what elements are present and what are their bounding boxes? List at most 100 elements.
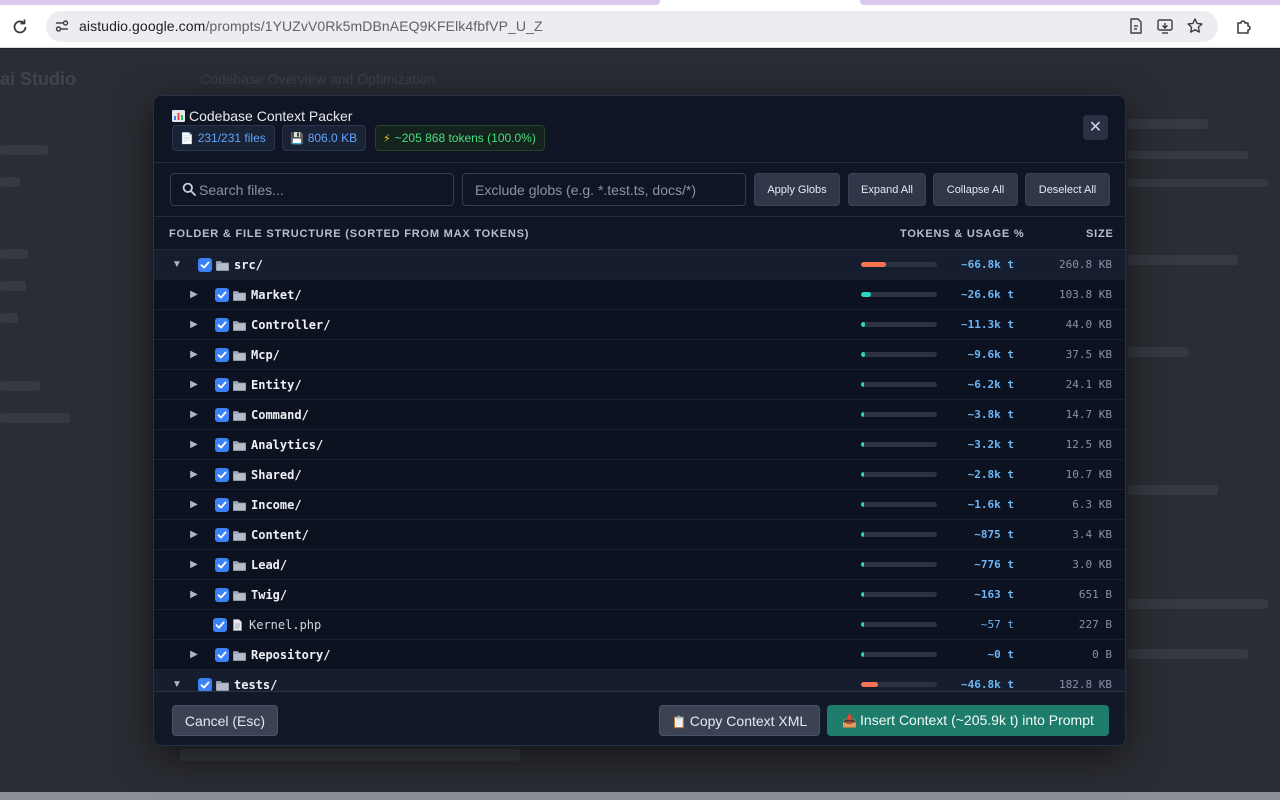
row-size: 24.1 KB bbox=[1065, 378, 1112, 391]
row-size: 227 B bbox=[1078, 618, 1112, 631]
inbox-tray-icon: 📥 bbox=[842, 714, 858, 728]
floppy-disk-icon: 💾 bbox=[290, 133, 304, 145]
caret-right-icon[interactable]: ▶ bbox=[189, 649, 199, 660]
row-size: 0 B bbox=[1092, 648, 1112, 661]
apply-globs-button[interactable]: Apply Globs bbox=[754, 173, 840, 206]
dialog-footer: Cancel (Esc) 📋 Copy Context XML 📥 Insert C… bbox=[154, 691, 1125, 745]
usage-bar-fill bbox=[861, 532, 864, 537]
row-size: 651 B bbox=[1078, 588, 1112, 601]
tree-folder-row[interactable]: ▶ Repository/ ~0 t 0 B bbox=[154, 640, 1125, 670]
row-checkbox[interactable] bbox=[215, 438, 229, 452]
row-checkbox[interactable] bbox=[198, 678, 212, 691]
caret-right-icon[interactable]: ▶ bbox=[189, 409, 199, 420]
row-tokens: ~9.6k t bbox=[967, 348, 1014, 361]
row-tokens: ~3.8k t bbox=[967, 408, 1014, 421]
folder-icon bbox=[216, 678, 229, 691]
row-checkbox[interactable] bbox=[215, 378, 229, 392]
tree-folder-row[interactable]: ▼ tests/ ~46.8k t 182.8 KB bbox=[154, 670, 1125, 691]
url-path: /prompts/1YUZvV0Rk5mDBnAEQ9KFElk4fbfVP_U… bbox=[205, 18, 543, 34]
caret-down-icon[interactable]: ▼ bbox=[172, 259, 182, 270]
caret-right-icon[interactable]: ▶ bbox=[189, 469, 199, 480]
dialog-title: Codebase Context Packer bbox=[172, 108, 352, 124]
row-checkbox[interactable] bbox=[215, 528, 229, 542]
settings-placeholder bbox=[1128, 485, 1218, 495]
caret-right-icon[interactable]: ▶ bbox=[189, 589, 199, 600]
row-checkbox[interactable] bbox=[215, 468, 229, 482]
search-input[interactable] bbox=[170, 173, 454, 206]
caret-right-icon[interactable]: ▶ bbox=[189, 319, 199, 330]
folder-icon bbox=[233, 588, 246, 601]
caret-right-icon[interactable]: ▶ bbox=[189, 499, 199, 510]
tree-folder-row[interactable]: ▶ Entity/ ~6.2k t 24.1 KB bbox=[154, 370, 1125, 400]
address-bar[interactable]: aistudio.google.com/prompts/1YUZvV0Rk5mD… bbox=[46, 11, 1218, 42]
row-checkbox[interactable] bbox=[213, 618, 227, 632]
extensions-puzzle-icon[interactable] bbox=[1234, 17, 1254, 37]
page-info-icon[interactable] bbox=[1127, 17, 1145, 35]
tree-folder-row[interactable]: ▶ Analytics/ ~3.2k t 12.5 KB bbox=[154, 430, 1125, 460]
tree-folder-row[interactable]: ▶ Market/ ~26.6k t 103.8 KB bbox=[154, 280, 1125, 310]
caret-right-icon[interactable]: ▶ bbox=[189, 559, 199, 570]
browser-toolbar: aistudio.google.com/prompts/1YUZvV0Rk5mD… bbox=[0, 5, 1280, 48]
file-tree[interactable]: ▼ src/ ~66.8k t 260.8 KB ▶ Market/ ~26.6k t 103… bbox=[154, 250, 1125, 691]
total-size: 806.0 KB bbox=[307, 131, 358, 145]
row-checkbox[interactable] bbox=[215, 498, 229, 512]
usage-bar-fill bbox=[861, 352, 865, 357]
tree-folder-row[interactable]: ▶ Controller/ ~11.3k t 44.0 KB bbox=[154, 310, 1125, 340]
cancel-button[interactable]: Cancel (Esc) bbox=[172, 705, 278, 736]
settings-placeholder bbox=[1128, 119, 1208, 129]
tree-file-row[interactable]: Kernel.php ~57 t 227 B bbox=[154, 610, 1125, 640]
usage-bar bbox=[861, 262, 937, 267]
copy-context-xml-button[interactable]: 📋 Copy Context XML bbox=[659, 705, 820, 736]
row-checkbox[interactable] bbox=[215, 558, 229, 572]
tree-folder-row[interactable]: ▶ Content/ ~875 t 3.4 KB bbox=[154, 520, 1125, 550]
row-checkbox[interactable] bbox=[215, 348, 229, 362]
usage-bar-fill bbox=[861, 652, 864, 657]
caret-right-icon[interactable]: ▶ bbox=[189, 379, 199, 390]
tree-folder-row[interactable]: ▶ Twig/ ~163 t 651 B bbox=[154, 580, 1125, 610]
row-checkbox[interactable] bbox=[215, 648, 229, 662]
bookmark-star-icon[interactable] bbox=[1186, 17, 1204, 35]
expand-all-button[interactable]: Expand All bbox=[848, 173, 926, 206]
caret-right-icon[interactable]: ▶ bbox=[189, 289, 199, 300]
file-icon bbox=[231, 618, 244, 631]
url-text[interactable]: aistudio.google.com/prompts/1YUZvV0Rk5mD… bbox=[79, 18, 543, 34]
tree-folder-row[interactable]: ▶ Mcp/ ~9.6k t 37.5 KB bbox=[154, 340, 1125, 370]
caret-right-icon[interactable]: ▶ bbox=[189, 349, 199, 360]
caret-right-icon[interactable]: ▶ bbox=[189, 439, 199, 450]
size-column-header: SIZE bbox=[1086, 228, 1114, 240]
row-checkbox[interactable] bbox=[215, 288, 229, 302]
tree-folder-row[interactable]: ▶ Income/ ~1.6k t 6.3 KB bbox=[154, 490, 1125, 520]
tree-folder-row[interactable]: ▶ Shared/ ~2.8k t 10.7 KB bbox=[154, 460, 1125, 490]
insert-context-button[interactable]: 📥 Insert Context (~205.9k t) into Prompt bbox=[827, 705, 1109, 736]
close-button[interactable]: ✕ bbox=[1083, 115, 1108, 140]
row-size: 14.7 KB bbox=[1065, 408, 1112, 421]
reload-icon[interactable] bbox=[10, 17, 30, 37]
composer-placeholder bbox=[180, 749, 520, 761]
collapse-all-button[interactable]: Collapse All bbox=[933, 173, 1018, 206]
usage-bar bbox=[861, 652, 937, 657]
install-app-icon[interactable] bbox=[1156, 17, 1174, 35]
tree-folder-row[interactable]: ▶ Command/ ~3.8k t 14.7 KB bbox=[154, 400, 1125, 430]
tree-column-headers: FOLDER & FILE STRUCTURE (SORTED FROM MAX… bbox=[154, 217, 1125, 250]
prompt-title: Codebase Overview and Optimization bbox=[200, 71, 436, 87]
row-checkbox[interactable] bbox=[198, 258, 212, 272]
caret-down-icon[interactable]: ▼ bbox=[172, 679, 182, 690]
exclude-globs-input[interactable] bbox=[462, 173, 746, 206]
sidebar-placeholder bbox=[0, 281, 26, 291]
tree-folder-row[interactable]: ▼ src/ ~66.8k t 260.8 KB bbox=[154, 250, 1125, 280]
deselect-all-button[interactable]: Deselect All bbox=[1025, 173, 1110, 206]
row-tokens: ~0 t bbox=[987, 648, 1015, 661]
caret-right-icon[interactable]: ▶ bbox=[189, 529, 199, 540]
row-checkbox[interactable] bbox=[215, 408, 229, 422]
row-tokens: ~776 t bbox=[974, 558, 1014, 571]
row-name: Lead/ bbox=[251, 558, 288, 572]
row-tokens: ~1.6k t bbox=[967, 498, 1014, 511]
usage-bar bbox=[861, 442, 937, 447]
app-title: ai Studio bbox=[0, 69, 76, 89]
row-checkbox[interactable] bbox=[215, 588, 229, 602]
folder-icon bbox=[233, 558, 246, 571]
dialog-title-text: Codebase Context Packer bbox=[189, 108, 353, 124]
tree-folder-row[interactable]: ▶ Lead/ ~776 t 3.0 KB bbox=[154, 550, 1125, 580]
row-checkbox[interactable] bbox=[215, 318, 229, 332]
site-settings-icon[interactable] bbox=[54, 18, 70, 34]
